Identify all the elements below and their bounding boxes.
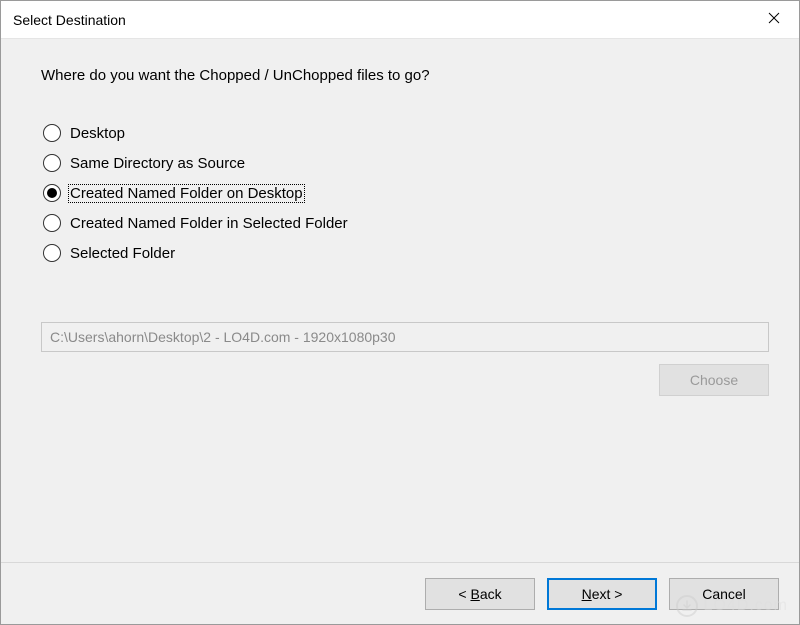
radio-named-folder-desktop[interactable]: Created Named Folder on Desktop <box>43 184 769 202</box>
radio-icon-selected <box>43 184 61 202</box>
destination-radio-group: Desktop Same Directory as Source Created… <box>41 124 769 262</box>
destination-path-input <box>41 322 769 352</box>
radio-same-directory[interactable]: Same Directory as Source <box>43 154 769 172</box>
radio-named-folder-selected[interactable]: Created Named Folder in Selected Folder <box>43 214 769 232</box>
back-mnemonic: B <box>470 586 479 602</box>
close-icon <box>768 12 780 27</box>
radio-icon <box>43 244 61 262</box>
back-prefix: < <box>458 586 470 602</box>
next-rest: ext > <box>592 586 623 602</box>
back-rest: ack <box>480 586 502 602</box>
radio-label: Selected Folder <box>68 245 177 262</box>
close-button[interactable] <box>749 1 799 39</box>
radio-label: Same Directory as Source <box>68 155 247 172</box>
choose-button: Choose <box>659 364 769 396</box>
window-title: Select Destination <box>13 12 126 28</box>
radio-label: Created Named Folder in Selected Folder <box>68 215 350 232</box>
back-button[interactable]: < Back <box>425 578 535 610</box>
wizard-button-bar: < Back Next > Cancel <box>1 562 799 624</box>
content-panel: Where do you want the Chopped / UnChoppe… <box>1 39 799 624</box>
radio-icon <box>43 214 61 232</box>
next-mnemonic: N <box>582 586 592 602</box>
radio-icon <box>43 154 61 172</box>
question-text: Where do you want the Chopped / UnChoppe… <box>41 67 769 84</box>
radio-label: Created Named Folder on Desktop <box>68 184 305 203</box>
dialog-window: Select Destination Where do you want the… <box>0 0 800 625</box>
titlebar: Select Destination <box>1 1 799 39</box>
radio-label: Desktop <box>68 125 127 142</box>
next-button[interactable]: Next > <box>547 578 657 610</box>
radio-icon <box>43 124 61 142</box>
radio-desktop[interactable]: Desktop <box>43 124 769 142</box>
cancel-button[interactable]: Cancel <box>669 578 779 610</box>
inner-panel: Where do you want the Chopped / UnChoppe… <box>1 39 799 562</box>
radio-selected-folder[interactable]: Selected Folder <box>43 244 769 262</box>
choose-row: Choose <box>41 364 769 396</box>
